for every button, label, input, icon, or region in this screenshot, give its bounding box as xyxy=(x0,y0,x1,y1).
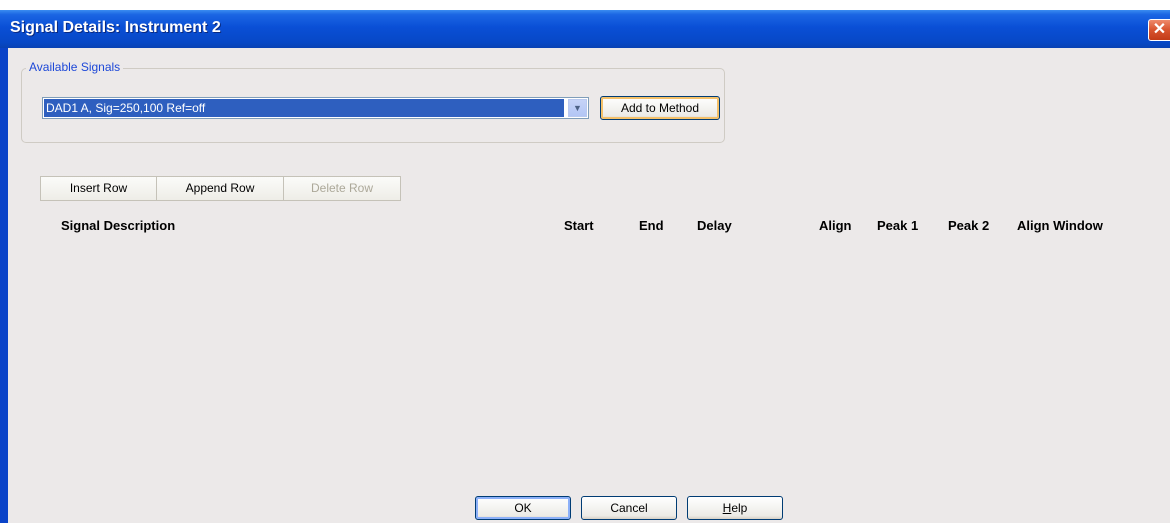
add-to-method-button[interactable]: Add to Method xyxy=(600,96,720,120)
cancel-button[interactable]: Cancel xyxy=(581,496,677,520)
column-header-delay: Delay xyxy=(697,218,732,233)
help-label: elp xyxy=(731,501,748,515)
window-title: Signal Details: Instrument 2 xyxy=(10,19,221,36)
title-bar[interactable]: Signal Details: Instrument 2 ✕ xyxy=(0,10,1170,48)
ok-button[interactable]: OK xyxy=(475,496,571,520)
close-button[interactable]: ✕ xyxy=(1148,19,1170,41)
column-header-align-window: Align Window xyxy=(1017,218,1103,233)
column-header-start: Start xyxy=(564,218,594,233)
signal-select-value: DAD1 A, Sig=250,100 Ref=off xyxy=(44,99,564,117)
column-header-signal-description: Signal Description xyxy=(61,218,176,233)
column-header-end: End xyxy=(639,218,664,233)
append-row-button[interactable]: Append Row xyxy=(156,176,284,201)
column-header-align: Align xyxy=(819,218,852,233)
dialog-body: Available Signals DAD1 A, Sig=250,100 Re… xyxy=(8,48,1170,523)
chevron-down-icon[interactable]: ▼ xyxy=(568,99,587,117)
dialog-window: Signal Details: Instrument 2 ✕ Available… xyxy=(0,10,1170,523)
delete-row-button: Delete Row xyxy=(283,176,401,201)
signal-select[interactable]: DAD1 A, Sig=250,100 Ref=off ▼ xyxy=(42,97,589,119)
column-header-peak-2: Peak 2 xyxy=(948,218,990,233)
available-signals-group: Available Signals DAD1 A, Sig=250,100 Re… xyxy=(21,60,725,143)
insert-row-button[interactable]: Insert Row xyxy=(40,176,157,201)
help-button[interactable]: Help xyxy=(687,496,783,520)
column-header-peak-1: Peak 1 xyxy=(877,218,919,233)
close-icon: ✕ xyxy=(1152,21,1167,38)
available-signals-label: Available Signals xyxy=(26,60,124,74)
